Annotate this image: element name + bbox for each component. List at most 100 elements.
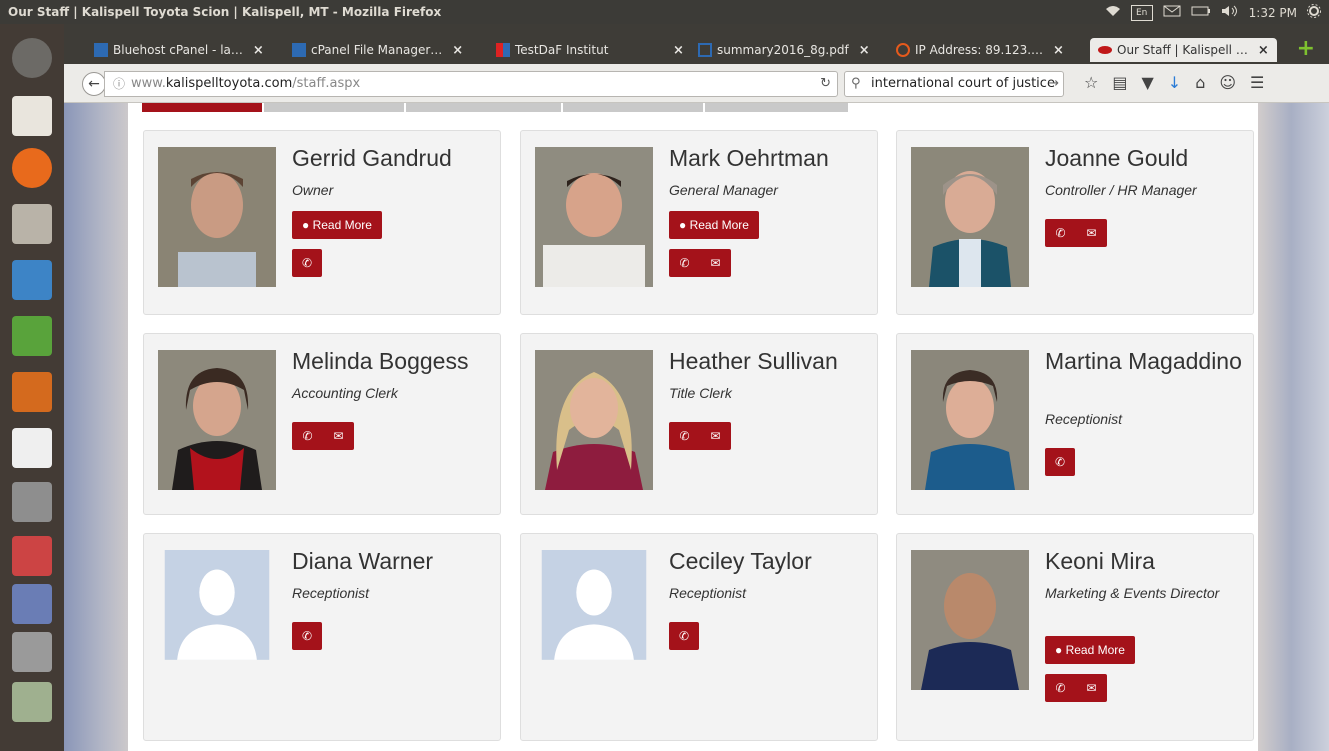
emoji-icon[interactable]: ☺ xyxy=(1219,73,1236,92)
settings-gear-icon[interactable] xyxy=(1307,4,1321,21)
tab-summary-pdf[interactable]: summary2016_8g.pdf × xyxy=(698,38,870,62)
home-icon[interactable]: ⌂ xyxy=(1195,73,1205,92)
department-tab[interactable] xyxy=(705,103,848,112)
tab-testdaf[interactable]: TestDaF Institut × xyxy=(496,38,684,62)
phone-button[interactable]: ✆ xyxy=(292,622,322,650)
phone-button[interactable]: ✆ xyxy=(669,622,699,650)
app-icon[interactable] xyxy=(12,536,52,576)
system-indicators: En 1:32 PM xyxy=(1105,4,1321,21)
phone-button[interactable]: ✆ xyxy=(292,422,323,450)
back-button[interactable]: ← xyxy=(82,72,106,96)
read-more-button[interactable]: ● Read More xyxy=(292,211,382,239)
staff-role: Receptionist xyxy=(292,585,370,601)
app-icon[interactable] xyxy=(12,584,52,624)
tab-ip-address[interactable]: IP Address: 89.123.… × xyxy=(896,38,1064,62)
libreoffice-impress-icon[interactable] xyxy=(12,372,52,412)
reload-icon[interactable]: ↻ xyxy=(820,72,831,96)
staff-name: Ceciley Taylor xyxy=(669,548,812,574)
menu-icon[interactable]: ☰ xyxy=(1250,73,1264,92)
staff-photo xyxy=(535,350,653,490)
navigation-toolbar: ← ⓘ www.kalispelltoyota.com/staff.aspx ↻… xyxy=(64,64,1329,103)
tab-cpanel-file-manager[interactable]: cPanel File Manager… × xyxy=(292,38,463,62)
tab-our-staff[interactable]: Our Staff | Kalispell … × xyxy=(1090,38,1277,62)
staff-photo xyxy=(535,147,653,287)
reader-view-icon[interactable]: ▤ xyxy=(1112,73,1127,92)
libreoffice-writer-icon[interactable] xyxy=(12,260,52,300)
email-button[interactable]: ✉ xyxy=(700,249,731,277)
close-icon[interactable]: × xyxy=(673,43,684,58)
system-top-panel: Our Staff | Kalispell Toyota Scion | Kal… xyxy=(0,0,1329,24)
url-bar[interactable]: ⓘ www.kalispelltoyota.com/staff.aspx ↻ xyxy=(104,71,838,97)
toyota-icon xyxy=(1098,46,1112,54)
site-info-icon[interactable]: ⓘ xyxy=(113,72,125,96)
toolbar-icons: ☆ ▤ ▼ ↓ ⌂ ☺ ☰ xyxy=(1084,73,1264,92)
phone-button[interactable]: ✆ xyxy=(1045,448,1075,476)
department-tab[interactable] xyxy=(406,103,561,112)
close-icon[interactable]: × xyxy=(452,43,463,58)
department-tab[interactable] xyxy=(563,103,703,112)
staff-photo xyxy=(911,350,1029,490)
placeholder-avatar-icon xyxy=(541,550,647,660)
amazon-icon[interactable] xyxy=(12,428,52,468)
staff-card: Ceciley Taylor Receptionist ✆ xyxy=(520,533,878,741)
tab-label: Our Staff | Kalispell … xyxy=(1117,43,1248,57)
wifi-icon[interactable] xyxy=(1105,5,1121,20)
firefox-icon[interactable] xyxy=(12,148,52,188)
person-icon: ● xyxy=(1055,643,1066,657)
phone-button[interactable]: ✆ xyxy=(292,249,322,277)
close-icon[interactable]: × xyxy=(253,43,264,58)
search-input[interactable]: international court of justice xyxy=(871,72,1055,96)
email-button[interactable]: ✉ xyxy=(1076,219,1107,247)
email-button[interactable]: ✉ xyxy=(1076,674,1107,702)
new-tab-button[interactable]: + xyxy=(1297,38,1315,60)
search-bar[interactable]: ⚲ international court of justice → xyxy=(844,71,1064,97)
email-button[interactable]: ✉ xyxy=(323,422,354,450)
mail-icon[interactable] xyxy=(1163,5,1181,20)
staff-name: Keoni Mira xyxy=(1045,548,1155,574)
battery-icon[interactable] xyxy=(1191,5,1211,20)
testdaf-icon xyxy=(496,43,510,57)
close-icon[interactable]: × xyxy=(1053,43,1064,58)
search-icon: ⚲ xyxy=(851,76,861,91)
close-icon[interactable]: × xyxy=(859,43,870,58)
tab-label: Bluehost cPanel - la… xyxy=(113,43,243,57)
department-tab[interactable] xyxy=(264,103,404,112)
contact-buttons: ✆ ✉ xyxy=(669,249,731,277)
clock[interactable]: 1:32 PM xyxy=(1249,6,1297,20)
read-more-button[interactable]: ● Read More xyxy=(669,211,759,239)
table-icon xyxy=(698,43,712,57)
phone-button[interactable]: ✆ xyxy=(669,249,700,277)
bookmark-star-icon[interactable]: ☆ xyxy=(1084,73,1098,92)
dash-home-icon[interactable] xyxy=(12,38,52,78)
files-icon[interactable] xyxy=(12,204,52,244)
tab-label: cPanel File Manager… xyxy=(311,43,443,57)
pocket-icon[interactable]: ▼ xyxy=(1141,73,1153,92)
system-settings-icon[interactable] xyxy=(12,482,52,522)
libreoffice-calc-icon[interactable] xyxy=(12,316,52,356)
phone-button[interactable]: ✆ xyxy=(1045,219,1076,247)
text-editor-icon[interactable] xyxy=(12,96,52,136)
staff-card: Joanne Gould Controller / HR Manager ✆ ✉ xyxy=(896,130,1254,315)
url-text: www.kalispelltoyota.com/staff.aspx xyxy=(131,76,361,91)
keyboard-layout-indicator[interactable]: En xyxy=(1130,4,1153,21)
staff-card: Gerrid Gandrud Owner ● Read More ✆ xyxy=(143,130,501,315)
staff-role: Receptionist xyxy=(1045,411,1123,427)
staff-name: Gerrid Gandrud xyxy=(292,145,452,171)
phone-button[interactable]: ✆ xyxy=(1045,674,1076,702)
volume-icon[interactable] xyxy=(1221,5,1239,20)
staff-name: Melinda Boggess xyxy=(292,348,469,374)
dvd-icon[interactable] xyxy=(12,682,52,722)
firefox-window: Bluehost cPanel - la… × cPanel File Mana… xyxy=(64,24,1329,751)
search-go-icon[interactable]: → xyxy=(1048,72,1059,96)
downloads-icon[interactable]: ↓ xyxy=(1168,73,1181,92)
read-more-button[interactable]: ● Read More xyxy=(1045,636,1135,664)
phone-button[interactable]: ✆ xyxy=(669,422,700,450)
staff-role: General Manager xyxy=(669,182,778,198)
department-tab[interactable] xyxy=(142,103,262,112)
workspace-icon[interactable] xyxy=(12,632,52,672)
tab-bluehost[interactable]: Bluehost cPanel - la… × xyxy=(94,38,264,62)
contact-buttons: ✆ ✉ xyxy=(1045,219,1107,247)
close-icon[interactable]: × xyxy=(1258,43,1269,58)
person-icon: ● xyxy=(302,218,313,232)
email-button[interactable]: ✉ xyxy=(700,422,731,450)
